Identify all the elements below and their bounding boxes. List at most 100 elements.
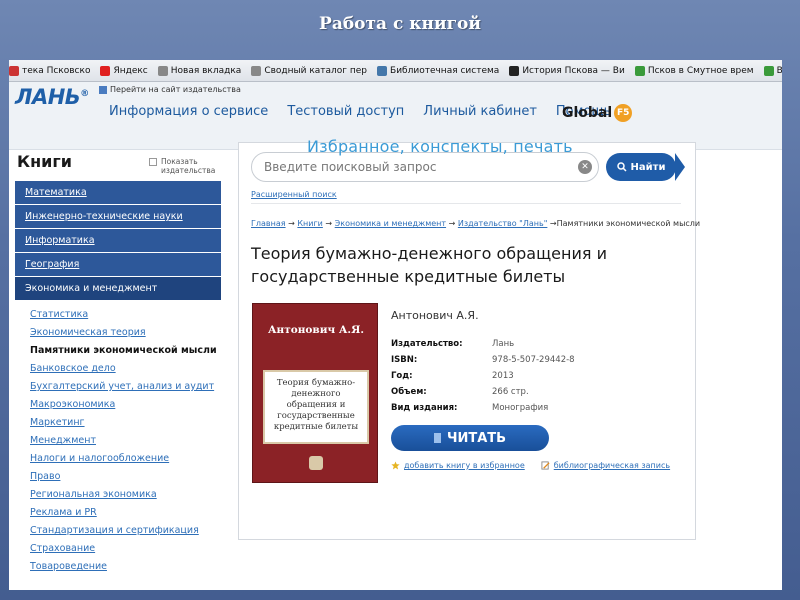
slide-title: Работа с книгой <box>319 14 481 34</box>
bookmark-label: Новая вкладка <box>170 65 242 76</box>
subcategory-list: Статистика Экономическая теория Памятники … <box>30 306 217 576</box>
page-icon <box>251 65 262 76</box>
bookmark-label: Сводный каталог пер <box>264 65 368 76</box>
sidebar: Книги Показать издательства Математика И… <box>15 150 221 590</box>
publisher-site-link[interactable]: Перейти на сайт издательства <box>99 85 241 94</box>
bibliography-label: библиографическая запись <box>553 461 671 470</box>
subcategory-item[interactable]: Маркетинг <box>30 414 217 432</box>
f5-badge-icon: F5 <box>614 104 633 122</box>
page-icon <box>157 65 168 76</box>
subcategory-item[interactable]: Страхование <box>30 540 217 558</box>
subcategory-item[interactable]: Памятники экономической мысли <box>30 342 217 360</box>
subcategory-item[interactable]: Статистика <box>30 306 217 324</box>
menu-item-account[interactable]: Личный кабинет <box>423 104 537 119</box>
search-input[interactable]: Введите поисковый запрос ✕ <box>251 152 599 182</box>
library-icon <box>9 65 19 76</box>
website-screenshot: тека Псковско Яндекс Новая вкладка Сводный … <box>9 60 782 590</box>
detail-key: Вид издания: <box>391 403 458 413</box>
read-button[interactable]: ЧИТАТЬ <box>391 425 549 451</box>
detail-row: Вид издания: Монография <box>391 400 575 416</box>
detail-key: Год: <box>391 371 413 381</box>
detail-value: 978-5-507-29442-8 <box>492 355 575 365</box>
bibliography-link[interactable]: библиографическая запись <box>541 461 670 470</box>
detail-key: ISBN: <box>391 355 418 365</box>
book-panel: Введите поисковый запрос ✕ Найти Избранн… <box>238 137 700 540</box>
find-button[interactable]: Найти <box>606 153 685 181</box>
overlay-caption: Избранное, конспекты, печать <box>307 137 573 156</box>
search-icon <box>616 162 627 172</box>
subcategory-item[interactable]: Региональная экономика <box>30 486 217 504</box>
cover-author: Антонович А.Я. <box>268 324 364 336</box>
add-favorite-link[interactable]: добавить книгу в избранное <box>391 461 525 470</box>
subcategory-item[interactable]: Стандартизация и сертификация <box>30 522 217 540</box>
book-icon <box>433 433 441 443</box>
menu-item-about[interactable]: Информация о сервисе <box>109 104 268 119</box>
breadcrumb-publisher[interactable]: Издательство "Лань" <box>458 219 548 228</box>
breadcrumb-separator: → <box>325 219 333 228</box>
book-cover[interactable]: Антонович А.Я. Теория бумажно-денежного … <box>252 303 378 483</box>
subcategory-item[interactable]: Налоги и налогообложение <box>30 450 217 468</box>
book-details: Издательство: Лань ISBN: 978-5-507-29442-8… <box>391 336 575 416</box>
subcategory-item[interactable]: Товароведение <box>30 558 217 576</box>
bookmark-item[interactable]: Яндекс <box>100 65 148 76</box>
breadcrumb-economics[interactable]: Экономика и менеджмент <box>335 219 446 228</box>
show-publishers-toggle[interactable]: Показать издательства <box>149 157 221 175</box>
breadcrumb-books[interactable]: Книги <box>297 219 323 228</box>
breadcrumb-separator: → <box>549 219 557 228</box>
breadcrumb-home[interactable]: Главная <box>251 219 286 228</box>
checkbox-icon[interactable] <box>149 158 157 166</box>
detail-row: ISBN: 978-5-507-29442-8 <box>391 352 575 368</box>
subcategory-item[interactable]: Банковское дело <box>30 360 217 378</box>
bookmark-item[interactable]: История Пскова — Ви <box>509 65 625 76</box>
sidebar-item-informatics[interactable]: Информатика <box>15 229 221 252</box>
find-button-label: Найти <box>630 161 666 173</box>
bookmark-item[interactable]: Библиотечная система <box>377 65 500 76</box>
yandex-icon <box>100 65 111 76</box>
sidebar-item-engineering[interactable]: Инженерно-технические науки <box>15 205 221 228</box>
detail-value: 266 стр. <box>492 387 529 397</box>
publisher-emblem-icon <box>309 456 323 470</box>
star-icon <box>391 461 400 470</box>
bookmark-label: Яндекс <box>113 65 148 76</box>
bookmark-item[interactable]: Псков в Смутное врем <box>634 65 754 76</box>
news-icon <box>763 65 774 76</box>
bookmark-label: История Пскова — Ви <box>522 65 625 76</box>
detail-value: 2013 <box>492 371 514 381</box>
subcategory-item[interactable]: Бухгалтерский учет, анализ и аудит <box>30 378 217 396</box>
bookmark-item[interactable]: Новая вкладка <box>157 65 242 76</box>
external-link-icon <box>99 85 107 94</box>
advanced-search-link[interactable]: Расширенный поиск <box>251 190 337 199</box>
clear-search-icon[interactable]: ✕ <box>578 160 592 174</box>
bookmark-label: В Пскове стартовала к <box>777 66 782 76</box>
detail-value: Лань <box>492 339 515 349</box>
bookmark-item[interactable]: тека Псковско <box>9 65 90 76</box>
book-title: Теория бумажно-денежного обращения и гос… <box>251 244 607 286</box>
detail-row: Издательство: Лань <box>391 336 575 352</box>
book-actions: добавить книгу в избранное библиографиче… <box>391 461 670 470</box>
breadcrumb-current: Памятники экономической мысли <box>556 219 701 228</box>
sidebar-item-economics[interactable]: Экономика и менеджмент <box>15 277 221 300</box>
subcategory-item[interactable]: Реклама и PR <box>30 504 217 522</box>
site-logo[interactable]: ЛАНЬ® <box>15 85 89 109</box>
menu-item-trial[interactable]: Тестовый доступ <box>287 104 404 119</box>
subcategory-item[interactable]: Менеджмент <box>30 432 217 450</box>
subcategory-item[interactable]: Экономическая теория <box>30 324 217 342</box>
cover-title: Теория бумажно-денежного обращения и гос… <box>263 370 369 444</box>
bookmark-label: Библиотечная система <box>390 65 500 76</box>
detail-row: Год: 2013 <box>391 368 575 384</box>
wikipedia-icon <box>509 65 520 76</box>
detail-row: Объем: 266 стр. <box>391 384 575 400</box>
subcategory-item[interactable]: Право <box>30 468 217 486</box>
main-menu: Информация о сервисе Тестовый доступ Лич… <box>109 104 611 119</box>
subcategory-item[interactable]: Макроэкономика <box>30 396 217 414</box>
sidebar-item-mathematics[interactable]: Математика <box>15 181 221 204</box>
publisher-site-link-label: Перейти на сайт издательства <box>110 85 241 94</box>
global-f5-link[interactable]: Global F5 <box>562 104 633 122</box>
detail-key: Объем: <box>391 387 427 397</box>
sidebar-item-geography[interactable]: География <box>15 253 221 276</box>
bookmark-item[interactable]: Сводный каталог пер <box>251 65 368 76</box>
bookmarks-bar: тека Псковско Яндекс Новая вкладка Сводный … <box>9 60 782 82</box>
sidebar-title: Книги <box>17 152 72 171</box>
book-author: Антонович А.Я. <box>391 309 479 322</box>
bookmark-item[interactable]: В Пскове стартовала к <box>763 65 782 76</box>
